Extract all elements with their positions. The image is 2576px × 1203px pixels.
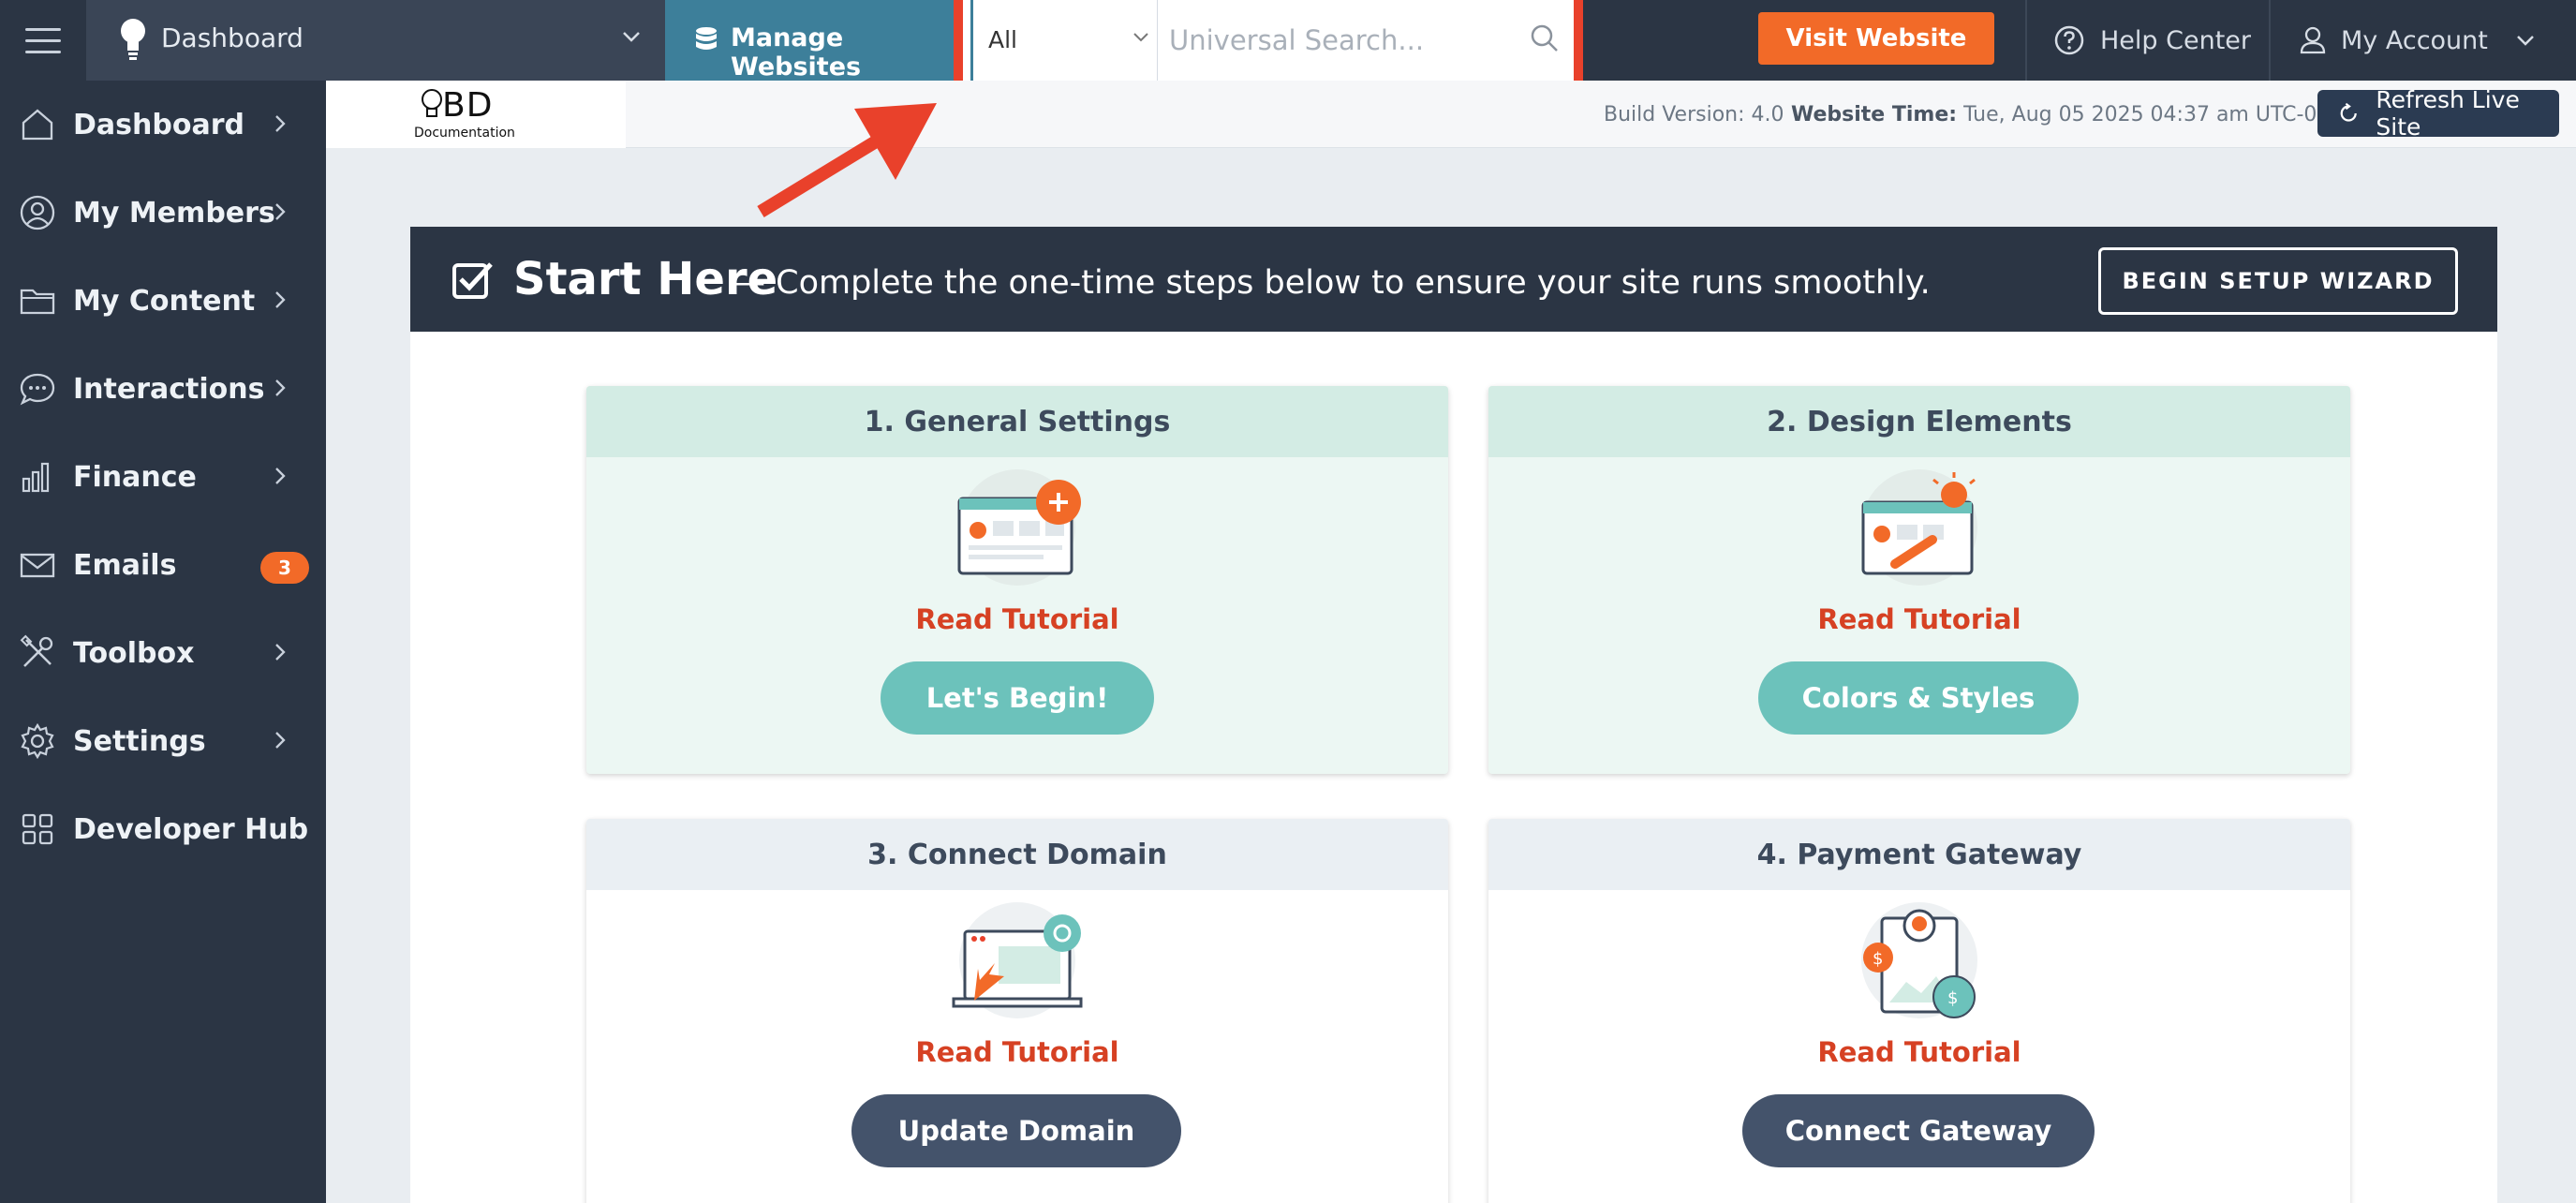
gear-icon — [21, 722, 54, 760]
settings-illustration-icon — [957, 469, 1081, 586]
sidebar-item-dashboard[interactable]: Dashboard — [0, 81, 326, 169]
divider — [2269, 0, 2271, 81]
chevron-right-icon — [275, 291, 286, 308]
folder-icon — [20, 289, 55, 315]
sidebar-item-emails[interactable]: Emails 3 — [0, 521, 326, 609]
sidebar-item-label: Toolbox — [73, 637, 195, 670]
svg-text:$: $ — [1873, 949, 1883, 969]
grid-icon — [22, 813, 53, 845]
card-title: 4. Payment Gateway — [1488, 819, 2350, 890]
website-time: Website Time: Tue, Aug 05 2025 04:37 am … — [1791, 103, 2363, 126]
my-account-menu[interactable]: My Account — [2300, 0, 2535, 81]
build-version: Build Version: 4.0 — [1604, 103, 1784, 126]
sidebar-item-label: My Members — [73, 197, 275, 230]
website-time-value: Tue, Aug 05 2025 04:37 am UTC-07:00 — [1963, 103, 2363, 126]
start-here-header: Start Here — Complete the one-time steps… — [410, 227, 2497, 332]
visit-website-button[interactable]: Visit Website — [1758, 12, 1994, 65]
colors-and-styles-button[interactable]: Colors & Styles — [1758, 661, 2079, 735]
chat-icon — [20, 373, 55, 406]
read-tutorial-link[interactable]: Read Tutorial — [1488, 1036, 2350, 1068]
lightbulb-icon — [422, 89, 442, 117]
card-general-settings: 1. General Settings Read Tutorial Let's … — [586, 386, 1448, 774]
card-title: 2. Design Elements — [1488, 386, 2350, 457]
my-account-label: My Account — [2341, 25, 2488, 55]
card-design-elements: 2. Design Elements Read Tutorial Colors … — [1488, 386, 2350, 774]
database-icon — [696, 27, 717, 50]
logo-subtext: Documentation — [414, 126, 515, 141]
update-domain-button[interactable]: Update Domain — [851, 1094, 1181, 1167]
sidebar-item-label: Developer Hub — [73, 813, 309, 846]
help-center-link[interactable]: Help Center — [2053, 0, 2251, 81]
read-tutorial-link[interactable]: Read Tutorial — [1488, 603, 2350, 635]
sidebar-item-my-members[interactable]: My Members — [0, 169, 326, 257]
sidebar-item-developer-hub[interactable]: Developer Hub — [0, 785, 326, 873]
lightbulb-icon — [121, 19, 145, 60]
chevron-right-icon — [275, 203, 286, 220]
lets-begin-button[interactable]: Let's Begin! — [881, 661, 1154, 735]
sidebar-item-interactions[interactable]: Interactions — [0, 345, 326, 433]
divider — [2025, 0, 2027, 81]
user-circle-icon — [20, 195, 55, 230]
user-icon — [2300, 26, 2326, 54]
hamburger-menu-icon[interactable] — [0, 0, 86, 81]
card-title: 3. Connect Domain — [586, 819, 1448, 890]
manage-websites-label: Manage Websites — [731, 23, 862, 82]
chevron-right-icon — [275, 644, 286, 661]
chevron-right-icon — [275, 379, 286, 396]
sidebar: Dashboard My Members My Content Interact… — [0, 81, 326, 1203]
search-highlight-box — [954, 0, 1583, 94]
checkbox-checked-icon — [452, 262, 493, 299]
read-tutorial-link[interactable]: Read Tutorial — [586, 1036, 1448, 1068]
start-here-subtitle: — Complete the one-time steps below to e… — [733, 264, 1931, 302]
svg-text:$: $ — [1947, 988, 1958, 1008]
chevron-right-icon — [275, 732, 286, 749]
card-payment-gateway: 4. Payment Gateway $ $ Read Tutorial Con… — [1488, 819, 2350, 1203]
emails-count-badge: 3 — [260, 552, 309, 584]
dashboard-select-label: Dashboard — [161, 22, 303, 53]
connect-gateway-button[interactable]: Connect Gateway — [1742, 1094, 2095, 1167]
manage-websites-button[interactable]: Manage Websites — [665, 0, 955, 82]
sidebar-item-label: My Content — [73, 285, 256, 318]
sidebar-item-label: Emails — [73, 549, 177, 582]
dashboard-select[interactable]: Dashboard — [86, 0, 665, 81]
home-icon — [22, 109, 53, 141]
sidebar-item-label: Settings — [73, 725, 206, 758]
sidebar-item-settings[interactable]: Settings — [0, 697, 326, 785]
sidebar-item-my-content[interactable]: My Content — [0, 257, 326, 345]
chevron-down-icon — [2516, 36, 2534, 46]
design-illustration-icon — [1861, 469, 1977, 586]
sub-header: BD Documentation Build Version: 4.0 Webs… — [326, 81, 2576, 148]
chevron-right-icon — [275, 115, 286, 132]
payment-illustration-icon: $ $ — [1861, 902, 1977, 1018]
sidebar-item-label: Finance — [73, 461, 197, 494]
card-connect-domain: 3. Connect Domain Read Tutorial Update D… — [586, 819, 1448, 1203]
logo-text: BD — [442, 86, 494, 125]
website-time-label: Website Time: — [1791, 103, 1958, 126]
help-center-label: Help Center — [2100, 25, 2252, 55]
sidebar-item-label: Interactions — [73, 373, 265, 406]
sidebar-item-finance[interactable]: Finance — [0, 433, 326, 521]
start-here-panel: Start Here — Complete the one-time steps… — [410, 227, 2497, 1203]
top-bar: Dashboard Manage Websites All Visit Webs… — [0, 0, 2576, 94]
read-tutorial-link[interactable]: Read Tutorial — [586, 603, 1448, 635]
chevron-right-icon — [275, 468, 286, 484]
refresh-live-site-button[interactable]: Refresh Live Site — [2317, 86, 2559, 141]
refresh-live-site-label: Refresh Live Site — [2376, 86, 2520, 141]
email-icon — [20, 553, 55, 578]
refresh-icon — [2340, 102, 2357, 122]
site-logo[interactable]: BD Documentation — [326, 81, 626, 148]
sidebar-item-toolbox[interactable]: Toolbox — [0, 609, 326, 697]
bar-chart-icon — [22, 462, 50, 493]
question-circle-icon — [2054, 25, 2084, 55]
annotation-arrow-icon — [757, 103, 937, 217]
card-title: 1. General Settings — [586, 386, 1448, 457]
tools-icon — [20, 634, 53, 667]
begin-setup-wizard-button[interactable]: BEGIN SETUP WIZARD — [2098, 247, 2458, 315]
domain-illustration-icon — [952, 902, 1083, 1018]
chevron-down-icon — [623, 32, 640, 42]
sidebar-item-label: Dashboard — [73, 109, 244, 141]
